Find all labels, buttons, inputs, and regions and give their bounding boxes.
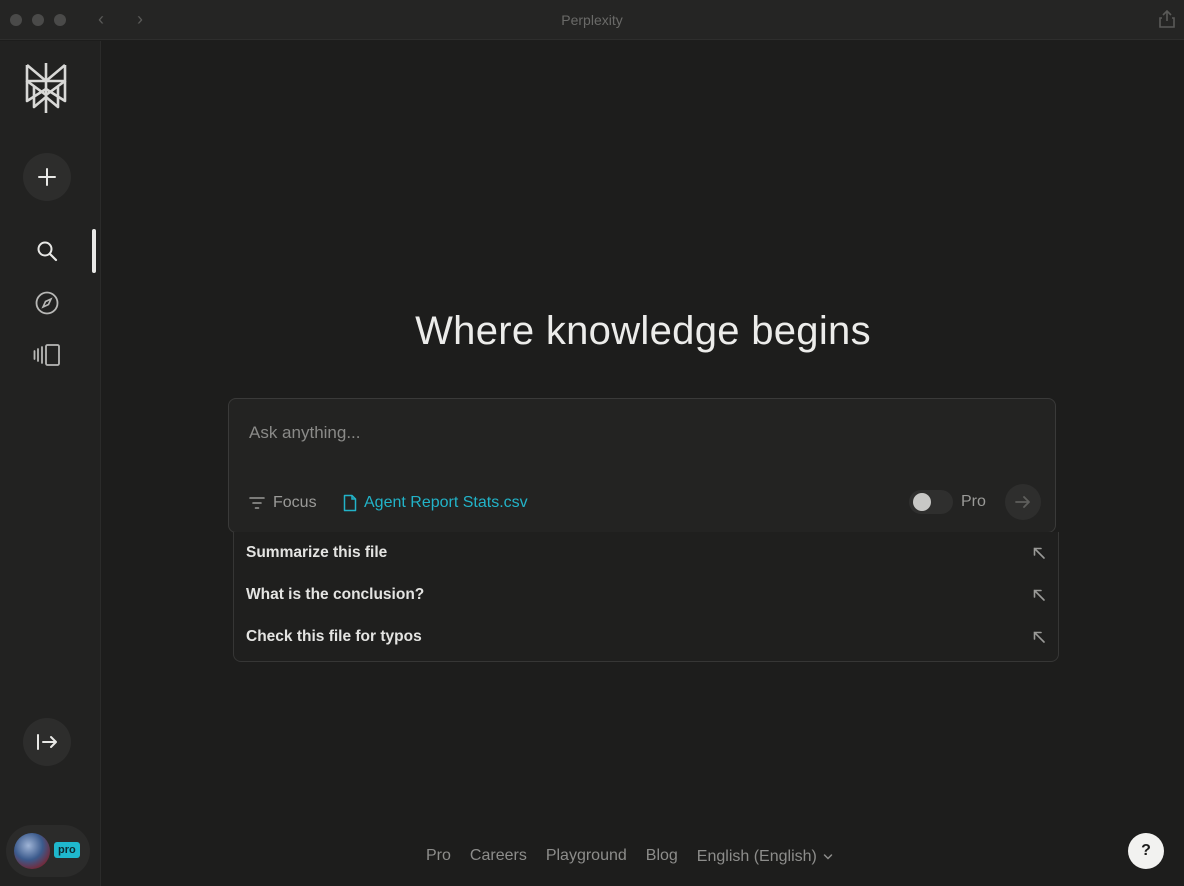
suggestions-list: Summarize this file What is the conclusi… <box>233 532 1059 662</box>
suggestion-item[interactable]: What is the conclusion? <box>234 574 1058 616</box>
file-icon <box>343 494 357 512</box>
new-thread-button[interactable] <box>23 153 71 201</box>
suggestion-text: Check this file for typos <box>246 628 422 645</box>
footer: Pro Careers Playground Blog English (Eng… <box>426 847 833 867</box>
active-nav-indicator <box>92 229 96 273</box>
arrow-up-left-icon <box>1033 589 1045 601</box>
suggestion-item[interactable]: Check this file for typos <box>234 616 1058 658</box>
pro-toggle-knob <box>913 493 931 511</box>
arrow-up-left-icon <box>1033 631 1045 643</box>
main-content: Where knowledge begins Focus Agent Repor… <box>102 41 1184 886</box>
account-button[interactable]: pro <box>6 825 90 877</box>
ask-box: Focus Agent Report Stats.csv Pro <box>228 398 1056 533</box>
sidebar-item-library[interactable] <box>33 341 61 369</box>
avatar <box>14 833 50 869</box>
compass-icon <box>35 291 59 315</box>
suggestion-text: Summarize this file <box>246 544 388 561</box>
share-icon[interactable] <box>1158 9 1176 29</box>
footer-link-pro[interactable]: Pro <box>426 847 451 867</box>
chevron-down-icon <box>823 854 833 860</box>
page-title: Where knowledge begins <box>415 309 871 353</box>
library-icon <box>33 344 60 366</box>
expand-sidebar-button[interactable] <box>23 718 71 766</box>
language-label: English (English) <box>696 848 817 865</box>
arrow-up-left-icon <box>1033 547 1045 559</box>
language-selector[interactable]: English (English) <box>697 847 833 867</box>
help-button[interactable]: ? <box>1128 833 1164 869</box>
ask-input[interactable] <box>249 421 1029 445</box>
title-bar: ‹ › Perplexity <box>0 0 1184 40</box>
suggestion-text: What is the conclusion? <box>246 586 425 603</box>
arrow-right-icon <box>1015 496 1030 508</box>
perplexity-logo-icon[interactable] <box>21 59 71 117</box>
focus-label: Focus <box>273 494 317 511</box>
search-icon <box>37 241 58 262</box>
window-title: Perplexity <box>561 12 623 28</box>
attached-file-chip[interactable]: Agent Report Stats.csv <box>343 491 528 515</box>
suggestion-item[interactable]: Summarize this file <box>234 532 1058 574</box>
plus-icon <box>38 168 56 186</box>
filter-icon <box>249 497 265 509</box>
footer-link-playground[interactable]: Playground <box>546 847 627 867</box>
expand-sidebar-icon <box>37 734 57 750</box>
focus-button[interactable]: Focus <box>249 491 317 515</box>
submit-button[interactable] <box>1005 484 1041 520</box>
footer-link-careers[interactable]: Careers <box>470 847 527 867</box>
footer-link-blog[interactable]: Blog <box>646 847 678 867</box>
pro-badge: pro <box>54 842 80 858</box>
sidebar: pro <box>0 41 101 886</box>
sidebar-item-discover[interactable] <box>33 289 61 317</box>
sidebar-item-search[interactable] <box>33 237 61 265</box>
attached-file-name: Agent Report Stats.csv <box>364 494 528 511</box>
pro-label: Pro <box>961 493 986 510</box>
pro-toggle[interactable] <box>909 490 953 514</box>
